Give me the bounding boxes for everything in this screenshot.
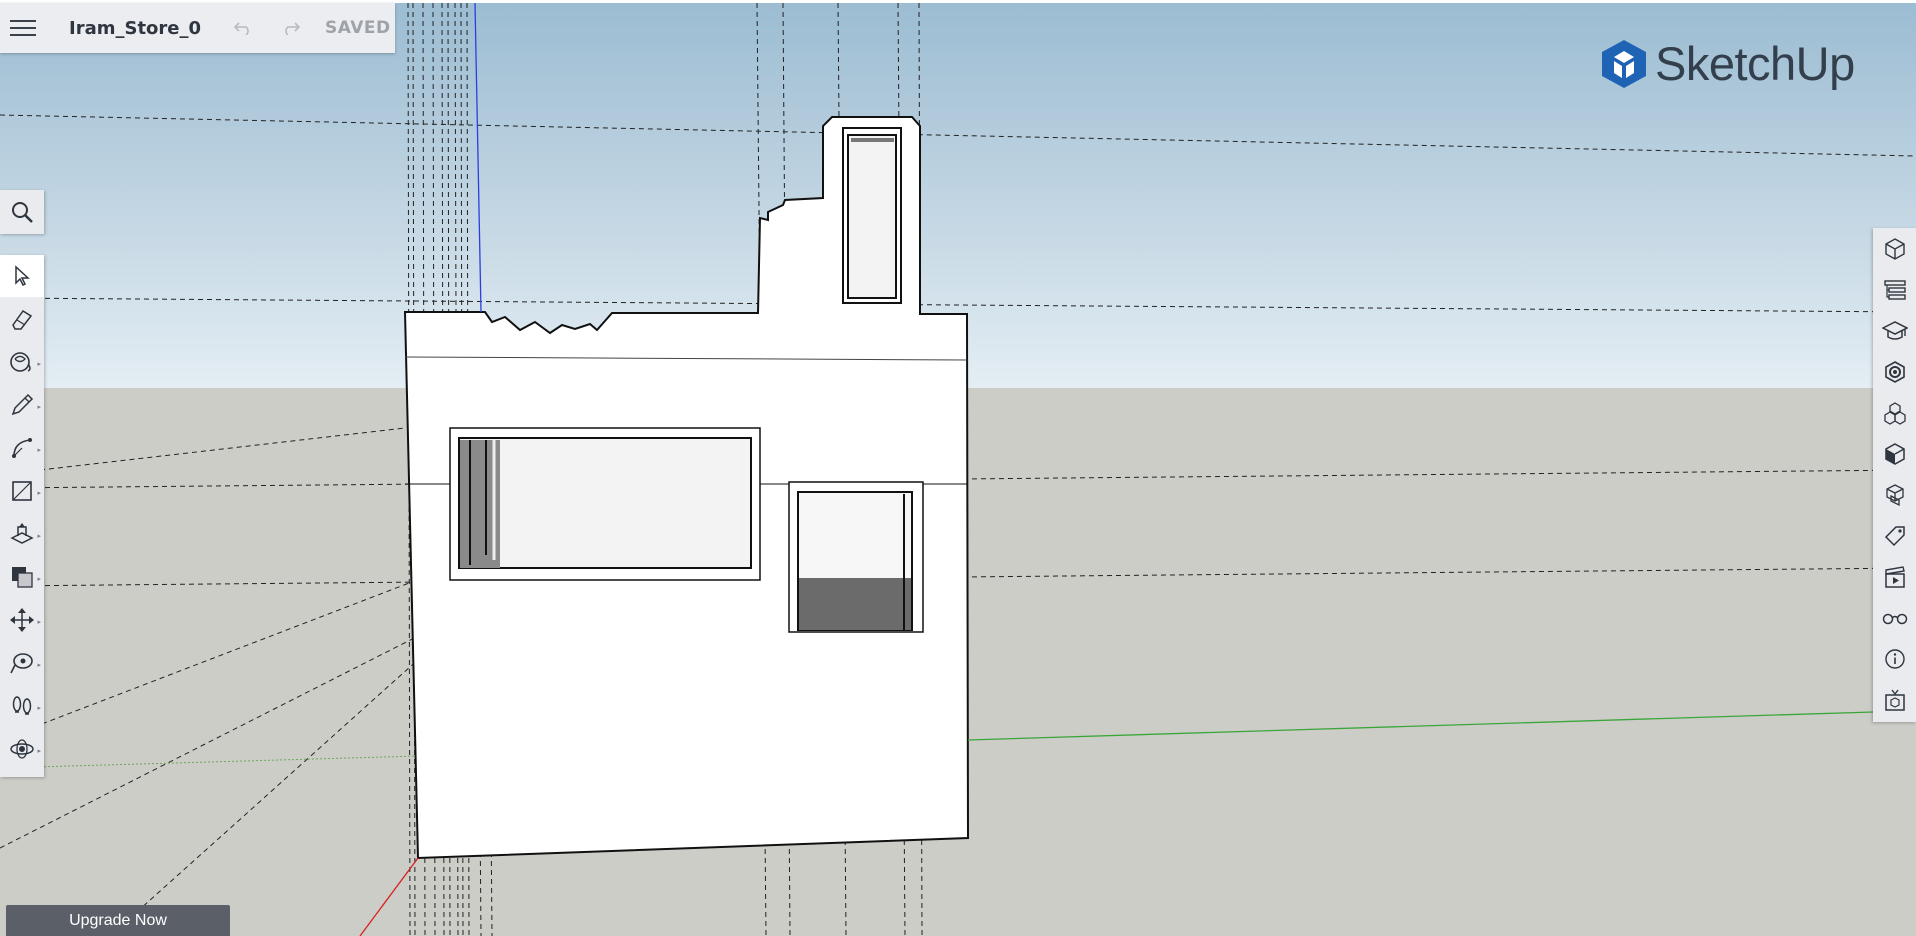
- tape-measure-icon: [10, 653, 33, 674]
- panel-display[interactable]: [1873, 598, 1916, 638]
- components-icon: [1883, 402, 1906, 425]
- document-title[interactable]: Iram_Store_0: [69, 18, 219, 39]
- clapperboard-icon: [1884, 566, 1905, 588]
- offset-icon: [12, 567, 33, 588]
- info-icon: [1884, 649, 1905, 669]
- arc-icon: [12, 438, 32, 458]
- outliner-icon: [1883, 280, 1906, 300]
- right-panel-tray: [1873, 228, 1916, 722]
- tool-arc[interactable]: ▸: [0, 427, 44, 469]
- search-icon: [12, 202, 33, 223]
- hamburger-icon: [10, 20, 36, 36]
- tools-panel: ▸ ▸ ▸ ▸ ▸ ▸ ▸ ▸ ▸ ▸: [0, 255, 44, 777]
- expand-arrow-icon: ▸: [37, 361, 41, 368]
- glasses-icon: [1882, 613, 1907, 625]
- large-window-pane: [458, 437, 752, 569]
- panel-components[interactable]: [1873, 393, 1916, 433]
- tool-walk[interactable]: ▸: [0, 685, 44, 727]
- main-menu-button[interactable]: [0, 3, 46, 53]
- expand-arrow-icon: ▸: [37, 490, 41, 497]
- tool-move[interactable]: ▸: [0, 599, 44, 641]
- doorway-floor: [799, 578, 911, 630]
- tool-pencil[interactable]: ▸: [0, 384, 44, 426]
- blue-axis: [474, 2, 482, 313]
- redo-button[interactable]: [267, 3, 315, 53]
- panel-scenes[interactable]: [1873, 557, 1916, 597]
- tool-tape-measure[interactable]: ▸: [0, 642, 44, 684]
- title-bar: Iram_Store_0 SAVED: [0, 3, 395, 53]
- expand-arrow-icon: ▸: [37, 662, 41, 669]
- green-axis-dotted: [0, 755, 419, 769]
- styles-cube-icon: [1884, 443, 1905, 465]
- panel-styles[interactable]: [1873, 434, 1916, 474]
- panel-materials[interactable]: [1873, 352, 1916, 392]
- footprints-icon: [12, 696, 32, 715]
- undo-icon: [234, 22, 249, 35]
- expand-arrow-icon: ▸: [37, 447, 41, 454]
- tall-window-pane: [847, 134, 897, 299]
- panel-solid-tools[interactable]: [1873, 475, 1916, 515]
- upgrade-now-button[interactable]: Upgrade Now: [6, 905, 230, 936]
- building-model[interactable]: [403, 116, 970, 860]
- tool-eraser[interactable]: [0, 298, 44, 340]
- panel-entity-info[interactable]: [1873, 229, 1916, 269]
- rectangle-icon: [12, 481, 32, 501]
- panel-instructor[interactable]: [1873, 311, 1916, 351]
- eraser-icon: [12, 309, 33, 330]
- graduation-cap-icon: [1881, 321, 1908, 340]
- green-axis: [967, 711, 1874, 741]
- expand-arrow-icon: ▸: [37, 619, 41, 626]
- model-viewport[interactable]: [0, 0, 1916, 936]
- move-icon: [10, 608, 34, 632]
- tool-offset[interactable]: ▸: [0, 556, 44, 598]
- cube-outline-icon: [1884, 238, 1905, 260]
- search-panel: [0, 190, 44, 234]
- sketchup-logo: SketchUp: [1600, 36, 1855, 91]
- select-arrow-icon: [15, 265, 30, 287]
- paint-bucket-icon: [10, 352, 31, 372]
- tool-rectangle[interactable]: ▸: [0, 470, 44, 512]
- panel-tags[interactable]: [1873, 516, 1916, 556]
- redo-icon: [285, 22, 300, 35]
- expand-arrow-icon: ▸: [37, 533, 41, 540]
- orbit-icon: [10, 739, 34, 759]
- tool-push-pull[interactable]: ▸: [0, 513, 44, 555]
- expand-arrow-icon: ▸: [37, 705, 41, 712]
- sketchup-logo-icon: [1602, 39, 1646, 88]
- tag-icon: [1884, 526, 1905, 547]
- panel-extensions[interactable]: [1873, 680, 1916, 720]
- solid-tools-icon: [1885, 484, 1904, 507]
- expand-arrow-icon: ▸: [37, 576, 41, 583]
- panel-model-info[interactable]: [1873, 639, 1916, 679]
- materials-icon: [1884, 361, 1905, 383]
- push-pull-icon: [10, 523, 34, 544]
- red-axis: [359, 857, 419, 936]
- panel-outliner[interactable]: [1873, 270, 1916, 310]
- logo-text: SketchUp: [1655, 37, 1855, 90]
- save-status: SAVED: [325, 18, 391, 38]
- pencil-icon: [11, 393, 34, 416]
- tool-search[interactable]: [0, 191, 44, 233]
- expand-arrow-icon: ▸: [37, 748, 41, 755]
- tool-paint[interactable]: ▸: [0, 341, 44, 383]
- undo-button[interactable]: [219, 3, 267, 53]
- tool-orbit[interactable]: ▸: [0, 728, 44, 770]
- expand-arrow-icon: ▸: [37, 404, 41, 411]
- extension-box-icon: [1884, 689, 1905, 711]
- tool-select[interactable]: [0, 255, 44, 297]
